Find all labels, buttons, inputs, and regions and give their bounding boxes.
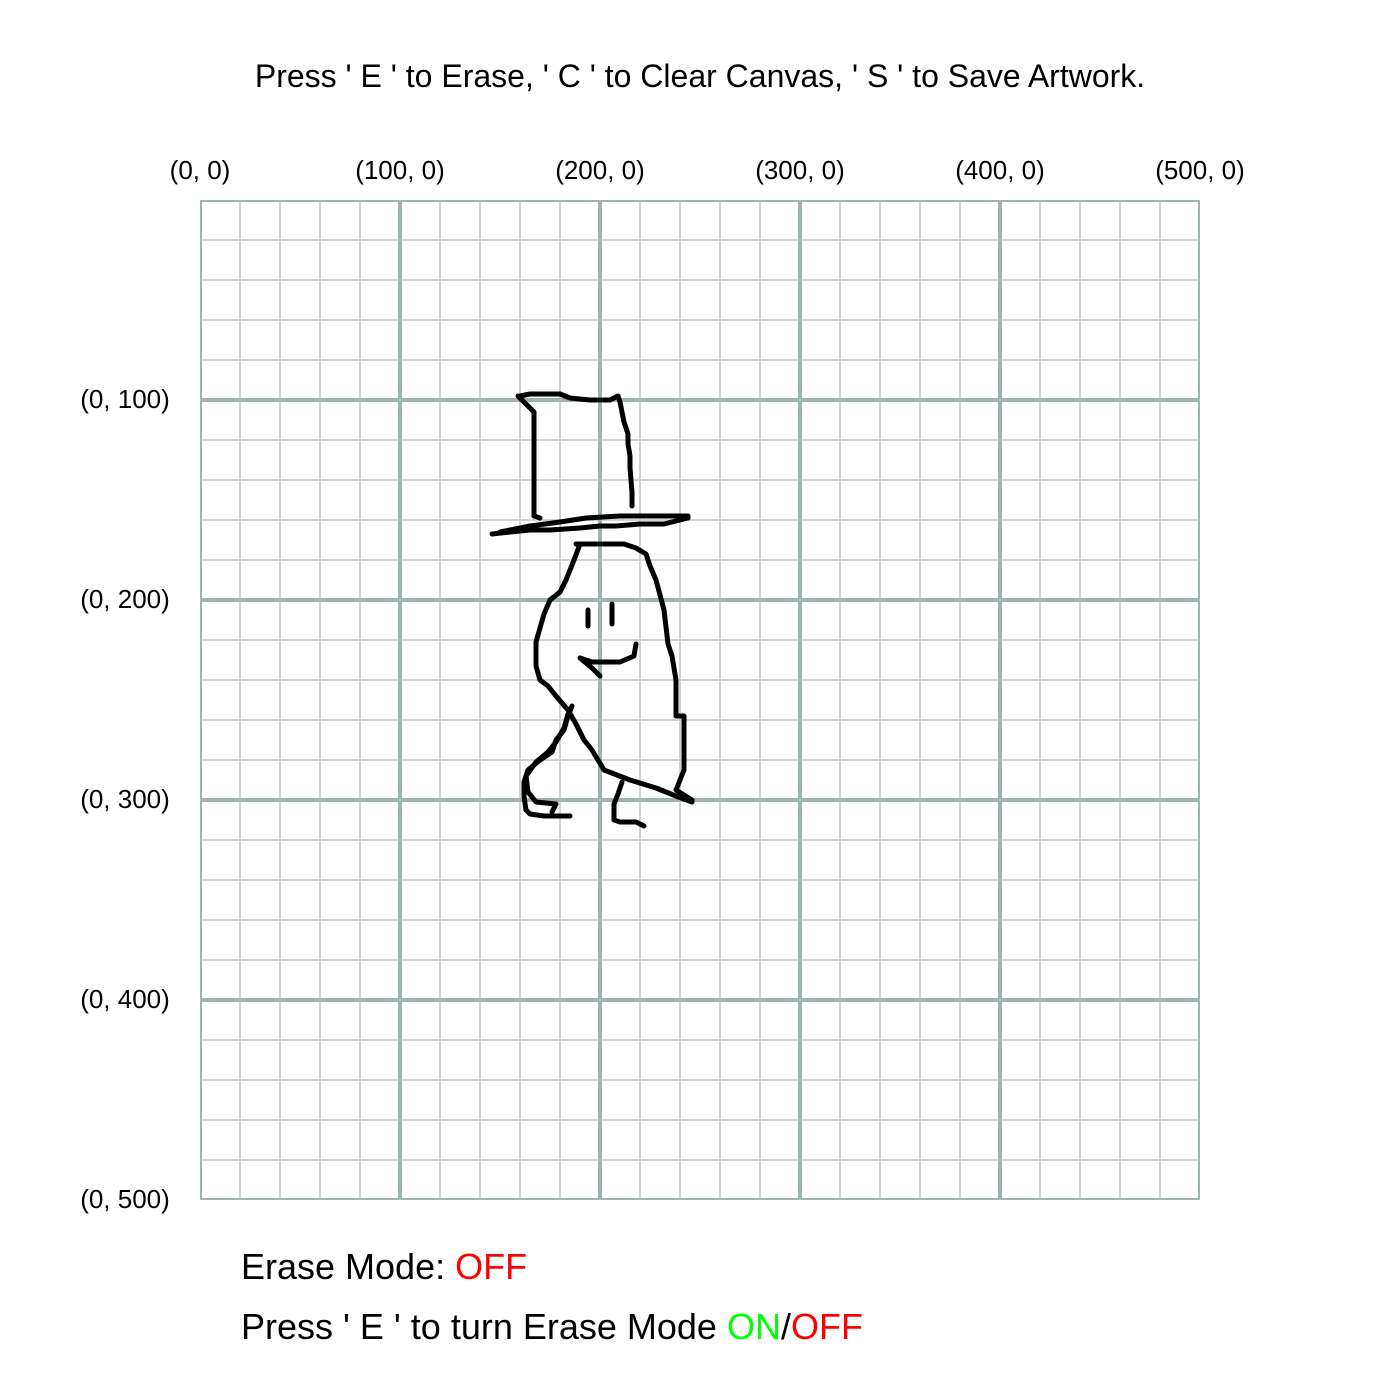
drawing-stroke bbox=[577, 641, 639, 665]
erase-mode-status: Erase Mode: OFF bbox=[241, 1246, 527, 1288]
x-axis-label: (200, 0) bbox=[555, 155, 645, 185]
erase-hint-separator: / bbox=[780, 1306, 791, 1347]
erase-mode-hint: Press ' E ' to turn Erase Mode ON/OFF bbox=[241, 1306, 863, 1348]
drawing-canvas[interactable] bbox=[200, 200, 1200, 1200]
instructions-text: Press ' E ' to Erase, ' C ' to Clear Can… bbox=[254, 58, 1146, 94]
x-axis-label: (500, 0) bbox=[1155, 155, 1245, 185]
grid-minor-lines bbox=[200, 200, 1200, 1200]
erase-hint-off: OFF bbox=[790, 1306, 863, 1347]
drawing-stroke bbox=[523, 711, 571, 815]
user-drawing bbox=[489, 391, 695, 829]
x-axis-label: (0, 0) bbox=[169, 155, 231, 185]
erase-mode-value: OFF bbox=[455, 1246, 528, 1287]
x-axis-label: (300, 0) bbox=[755, 155, 845, 185]
y-axis-label: (0, 200) bbox=[80, 584, 170, 614]
y-axis-label: (0, 400) bbox=[80, 984, 170, 1014]
x-axis-label: (400, 0) bbox=[955, 155, 1045, 185]
erase-mode-label: Erase Mode: bbox=[241, 1246, 446, 1287]
grid-major-lines bbox=[200, 200, 1200, 1200]
erase-hint-on: ON bbox=[726, 1306, 781, 1347]
y-axis-label: (0, 500) bbox=[80, 1184, 170, 1214]
y-axis-label: (0, 300) bbox=[80, 784, 170, 814]
erase-hint-text: Press ' E ' to turn Erase Mode bbox=[241, 1306, 717, 1347]
x-axis-label: (100, 0) bbox=[355, 155, 445, 185]
y-axis-label: (0, 100) bbox=[80, 384, 170, 414]
drawing-stroke bbox=[517, 391, 635, 509]
drawing-stroke bbox=[515, 393, 543, 521]
